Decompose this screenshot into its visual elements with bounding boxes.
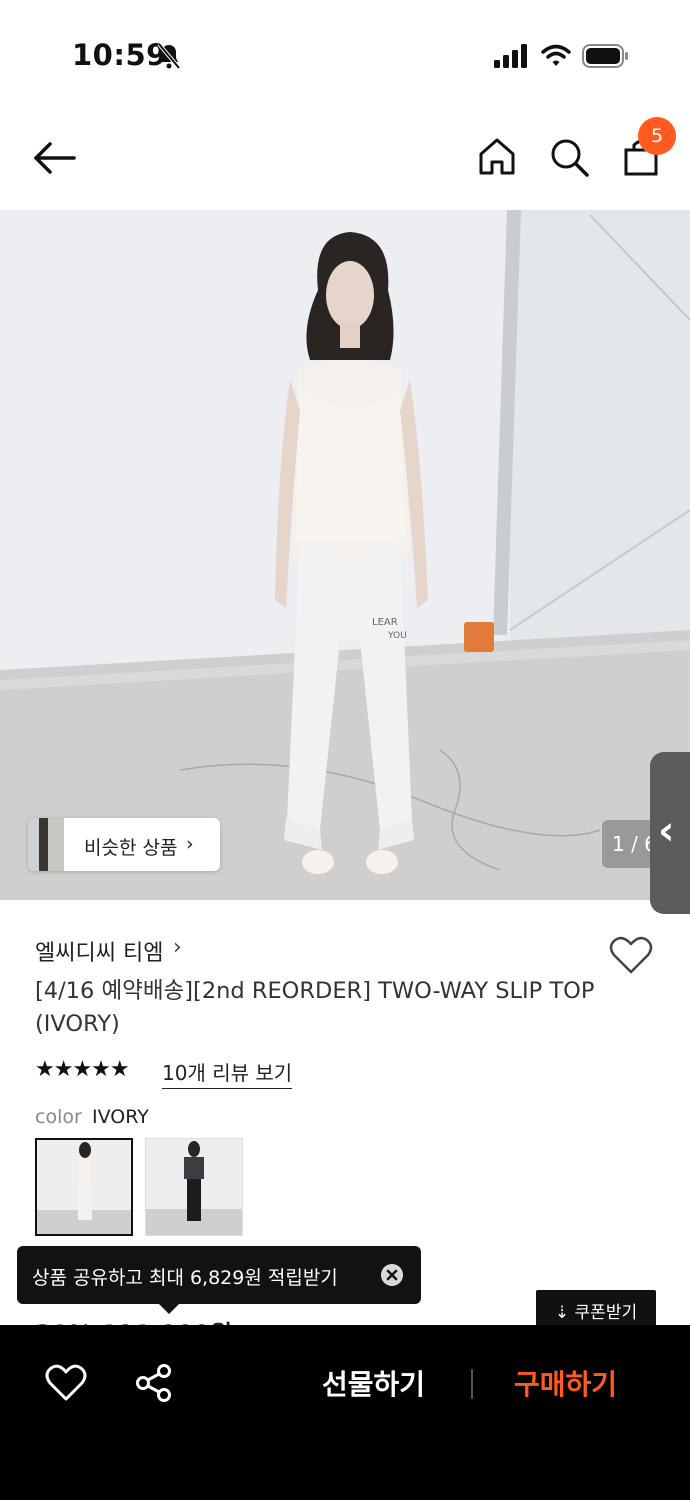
- svg-text:LEAR: LEAR: [372, 617, 398, 628]
- wifi-icon: [541, 44, 571, 66]
- model-photo: LEAR YOU: [0, 210, 690, 900]
- status-time: 10:59: [72, 38, 167, 72]
- ivory-thumbnail: [37, 1140, 131, 1234]
- bell-off-icon: [157, 42, 181, 70]
- brand-link[interactable]: 엘씨디씨 티엠: [35, 935, 163, 967]
- battery-icon: [582, 44, 628, 68]
- buy-button[interactable]: 구매하기: [514, 1363, 617, 1403]
- rating-stars: ★★★★★: [35, 1057, 130, 1082]
- tooltip-arrow: [159, 1304, 179, 1314]
- svg-text:YOU: YOU: [387, 631, 407, 641]
- home-icon: [479, 138, 515, 175]
- cart-count-badge: 5: [638, 117, 676, 155]
- back-arrow-icon: [34, 142, 76, 174]
- color-option-ivory[interactable]: [35, 1138, 133, 1236]
- review-link[interactable]: 10개 리뷰 보기: [162, 1057, 293, 1089]
- share-reward-tooltip: 상품 공유하고 최대 6,829원 적립받기: [17, 1246, 421, 1314]
- similar-products-label: 비슷한 상품: [84, 837, 178, 859]
- search-button[interactable]: [546, 134, 592, 180]
- bottom-action-bar: 선물하기 구매하기: [0, 1325, 690, 1500]
- color-value: IVORY: [92, 1106, 149, 1128]
- wishlist-button[interactable]: [608, 934, 654, 976]
- share-icon: [136, 1364, 171, 1402]
- product-title: [4/16 예약배송][2nd REORDER] TWO-WAY SLIP TO…: [35, 978, 595, 1037]
- signal-icon: [494, 44, 527, 68]
- heart-icon: [609, 936, 653, 974]
- close-icon[interactable]: [381, 1264, 403, 1286]
- black-thumbnail: [146, 1139, 242, 1235]
- similar-products-button[interactable]: 비슷한 상품 ›: [28, 818, 220, 871]
- product-hero-image[interactable]: LEAR YOU: [0, 210, 690, 900]
- color-option-black[interactable]: [145, 1138, 243, 1236]
- share-reward-text: 상품 공유하고 최대 6,829원 적립받기: [32, 1267, 338, 1289]
- divider: [471, 1369, 473, 1399]
- share-button[interactable]: [134, 1363, 174, 1403]
- heart-icon: [45, 1364, 87, 1401]
- side-drawer-handle[interactable]: ‹: [650, 752, 690, 914]
- back-button[interactable]: [30, 136, 80, 180]
- gift-button[interactable]: 선물하기: [322, 1363, 425, 1403]
- search-icon: [551, 139, 589, 177]
- chevron-right-icon: ›: [173, 935, 182, 960]
- home-button[interactable]: [474, 134, 520, 180]
- color-label: color: [35, 1106, 82, 1128]
- chevron-left-icon: ‹: [658, 808, 675, 854]
- similar-products-thumbnail: [28, 818, 64, 871]
- chevron-right-icon: ›: [186, 833, 194, 855]
- bottom-wishlist-button[interactable]: [44, 1363, 88, 1403]
